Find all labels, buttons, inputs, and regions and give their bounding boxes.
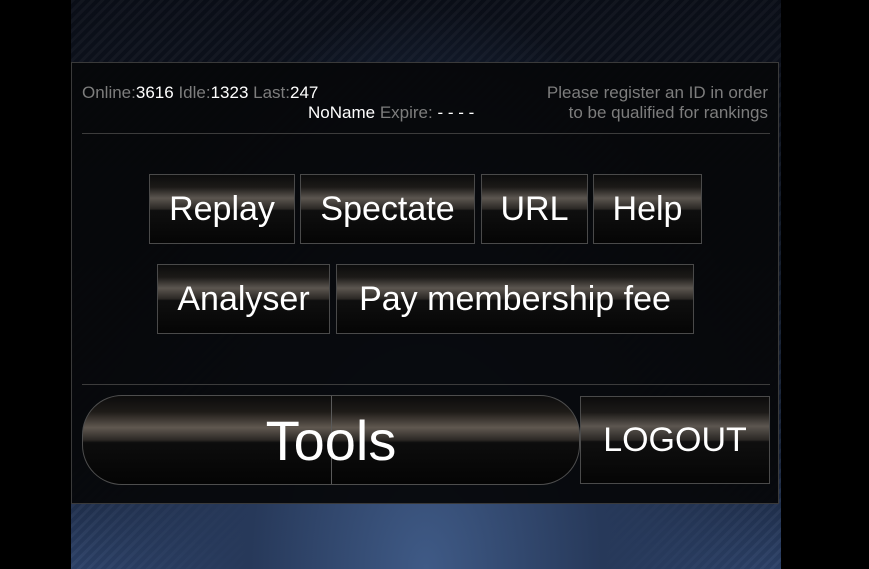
expire-value: - - - - <box>437 103 475 122</box>
notice-line-2: to be qualified for rankings <box>568 103 768 122</box>
register-notice: Please register an ID in order to be qua… <box>547 83 768 123</box>
spectate-button[interactable]: Spectate <box>300 174 475 244</box>
header-divider <box>82 133 770 134</box>
online-count: 3616 <box>135 83 174 102</box>
footer-divider <box>82 384 770 385</box>
tools-label: Tools <box>265 408 397 472</box>
replay-button[interactable]: Replay <box>149 174 295 244</box>
analyser-button[interactable]: Analyser <box>157 264 330 334</box>
pay-membership-fee-button[interactable]: Pay membership fee <box>336 264 694 334</box>
notice-line-1: Please register an ID in order <box>546 83 768 102</box>
server-stats: Online:3616 Idle:1323 Last:247 <box>82 83 318 103</box>
logout-button[interactable]: LOGOUT <box>580 396 770 484</box>
url-button[interactable]: URL <box>481 174 588 244</box>
last-count: 247 <box>290 83 319 102</box>
expire-label: Expire: <box>379 103 433 122</box>
account-name: NoName <box>308 103 376 122</box>
tools-button[interactable]: Tools <box>82 395 580 485</box>
account-info: NoName Expire: - - - - <box>308 103 474 123</box>
help-button[interactable]: Help <box>593 174 702 244</box>
lobby-panel: Online:3616 Idle:1323 Last:247 NoName Ex… <box>71 62 779 504</box>
online-label: Online: <box>82 83 136 102</box>
idle-label: Idle: <box>178 83 211 102</box>
last-label: Last: <box>253 83 290 102</box>
idle-count: 1323 <box>210 83 249 102</box>
